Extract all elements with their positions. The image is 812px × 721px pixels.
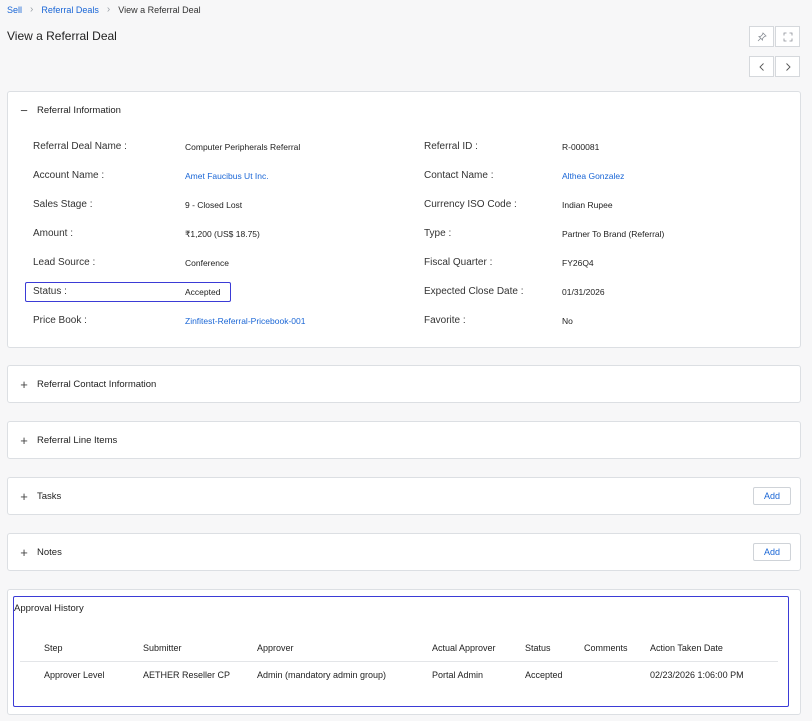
table-cell: AETHER Reseller CP [143,670,231,680]
field-value: No [562,316,573,326]
expand-icon [783,32,792,41]
field-label: Referral ID : [424,141,478,152]
chevron-right-icon [785,62,791,71]
tasks-header[interactable]: + Tasks [8,478,800,515]
plus-icon[interactable]: + [18,546,30,559]
pin-icon [757,31,767,41]
field-value: Indian Rupee [562,200,613,210]
section-title: Referral Contact Information [37,379,157,390]
add-note-button[interactable]: Add [752,543,791,561]
field-value: ₹1,200 (US$ 18.75) [185,229,260,239]
table-cell: Admin (mandatory admin group) [257,670,387,680]
section-title: Referral Line Items [37,435,118,446]
column-header: Action Taken Date [650,643,723,653]
field-label: Expected Close Date : [424,286,524,297]
column-header: Actual Approver [432,643,496,653]
field-label: Status : [33,286,67,297]
breadcrumb-referral-deals-link[interactable]: Referral Deals [41,5,99,15]
chevron-right-icon: › [106,4,111,15]
field-value: 9 - Closed Lost [185,200,243,210]
field-row: Lead Source : Conference Fiscal Quarter … [8,254,800,274]
chevron-right-icon: › [30,4,34,15]
field-label: Account Name : [33,170,105,181]
approval-history-table: Step Submitter Approver Actual Approver … [20,635,778,687]
field-label: Fiscal Quarter : [424,257,493,268]
price-book-link[interactable]: Zinfitest-Referral-Pricebook-001 [185,316,305,326]
field-label: Lead Source : [33,257,96,268]
field-label: Referral Deal Name : [33,141,127,152]
account-name-link[interactable]: Amet Faucibus Ut Inc. [185,171,269,181]
field-label: Favorite : [424,315,466,326]
contact-name-link[interactable]: Althea Gonzalez [562,171,624,181]
plus-icon[interactable]: + [18,378,30,391]
referral-contact-header[interactable]: + Referral Contact Information [8,366,800,403]
section-title: Tasks [37,491,62,502]
column-header: Step [44,643,63,653]
table-header: Step Submitter Approver Actual Approver … [20,635,778,661]
field-row: Sales Stage : 9 - Closed Lost Currency I… [8,196,800,216]
column-header: Status [525,643,551,653]
field-value: Computer Peripherals Referral [185,142,301,152]
breadcrumb-sell-link[interactable]: Sell [7,5,22,15]
field-value: Conference [185,258,229,268]
approval-history-card: Approval History Step Submitter Approver… [7,589,801,715]
expand-button[interactable] [775,26,800,47]
field-value: FY26Q4 [562,258,594,268]
field-label: Sales Stage : [33,199,93,210]
referral-information-card: − Referral Information Referral Deal Nam… [7,91,801,348]
page-title: View a Referral Deal [7,29,117,43]
column-header: Submitter [143,643,182,653]
referral-line-items-header[interactable]: + Referral Line Items [8,422,800,459]
column-header: Comments [584,643,628,653]
section-title: Approval History [14,603,84,614]
status-value: Accepted [185,287,221,297]
referral-contact-card: + Referral Contact Information [7,365,801,403]
referral-fields: Referral Deal Name : Computer Peripheral… [8,92,800,332]
chevron-left-icon [758,62,764,71]
table-cell: Accepted [525,670,563,680]
field-label: Amount : [33,228,74,239]
notes-card: + Notes Add [7,533,801,571]
pin-button[interactable] [749,26,774,47]
field-row: Referral Deal Name : Computer Peripheral… [8,138,800,158]
field-value: Partner To Brand (Referral) [562,229,665,239]
plus-icon[interactable]: + [18,434,30,447]
referral-line-items-card: + Referral Line Items [7,421,801,459]
notes-header[interactable]: + Notes [8,534,800,571]
field-value: R-000081 [562,142,600,152]
table-cell: Portal Admin [432,670,484,680]
section-title: Notes [37,547,62,558]
add-task-button[interactable]: Add [752,487,791,505]
field-label: Price Book : [33,315,87,326]
tasks-card: + Tasks Add [7,477,801,515]
field-label: Currency ISO Code : [424,199,517,210]
breadcrumb: Sell › Referral Deals › View a Referral … [7,4,201,15]
next-record-button[interactable] [775,56,800,77]
column-header: Approver [257,643,294,653]
field-row: Amount : ₹1,200 (US$ 18.75) Type : Partn… [8,225,800,245]
field-label: Type : [424,228,452,239]
breadcrumb-current: View a Referral Deal [118,4,201,15]
table-row: Approver Level AETHER Reseller CP Admin … [20,661,778,687]
field-value: 01/31/2026 [562,287,605,297]
field-label: Contact Name : [424,170,494,181]
table-cell: Approver Level [44,670,105,680]
table-cell: 02/23/2026 1:06:00 PM [650,670,744,680]
previous-record-button[interactable] [749,56,774,77]
field-row: Status : Accepted Expected Close Date : … [8,283,800,303]
plus-icon[interactable]: + [18,490,30,503]
field-row: Price Book : Zinfitest-Referral-Priceboo… [8,312,800,332]
field-row: Account Name : Amet Faucibus Ut Inc. Con… [8,167,800,187]
